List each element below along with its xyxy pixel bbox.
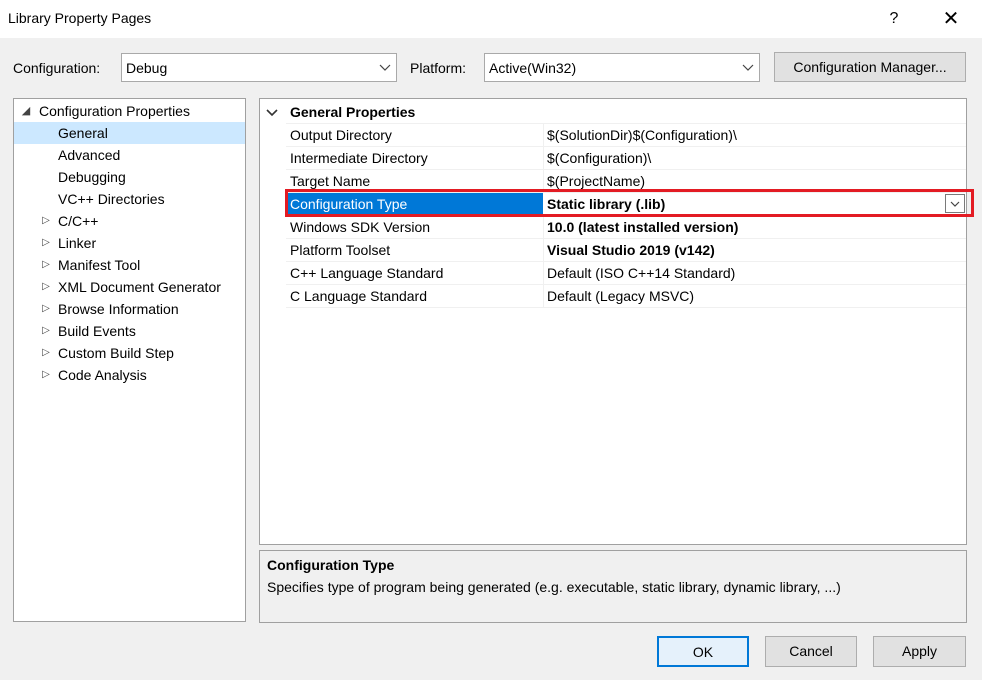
property-row-c-language-standard[interactable]: C Language Standard Default (Legacy MSVC… (286, 285, 966, 308)
chevron-down-icon[interactable] (266, 107, 278, 119)
collapsed-triangle-icon[interactable]: ▷ (40, 210, 52, 232)
tree-item-linker[interactable]: ▷ Linker (14, 232, 245, 254)
chevron-down-icon (742, 64, 754, 71)
property-grid: General Properties Output Directory $(So… (259, 98, 967, 545)
apply-button[interactable]: Apply (873, 636, 966, 667)
tree-item-manifest-tool[interactable]: ▷ Manifest Tool (14, 254, 245, 276)
property-row-platform-toolset[interactable]: Platform Toolset Visual Studio 2019 (v14… (286, 239, 966, 262)
tree-item-general[interactable]: General (14, 122, 245, 144)
tree-item-c-cpp[interactable]: ▷ C/C++ (14, 210, 245, 232)
platform-value: Active(Win32) (489, 60, 577, 76)
tree-root-configuration-properties[interactable]: ◢ Configuration Properties (14, 100, 245, 122)
cancel-button[interactable]: Cancel (765, 636, 857, 667)
title-bar: Library Property Pages ? ✕ (0, 0, 982, 38)
column-divider (543, 124, 544, 147)
ok-button[interactable]: OK (657, 636, 749, 667)
tree-item-code-analysis[interactable]: ▷ Code Analysis (14, 364, 245, 386)
property-row-output-directory[interactable]: Output Directory $(SolutionDir)$(Configu… (286, 124, 966, 147)
column-divider (543, 216, 544, 239)
help-button[interactable]: ? (880, 6, 908, 32)
description-panel: Configuration Type Specifies type of pro… (259, 550, 967, 623)
tree-item-build-events[interactable]: ▷ Build Events (14, 320, 245, 342)
expanded-triangle-icon[interactable]: ◢ (20, 100, 32, 122)
tree-item-vc-directories[interactable]: VC++ Directories (14, 188, 245, 210)
collapsed-triangle-icon[interactable]: ▷ (40, 232, 52, 254)
property-row-cpp-language-standard[interactable]: C++ Language Standard Default (ISO C++14… (286, 262, 966, 285)
configuration-label: Configuration: (13, 60, 101, 76)
configuration-manager-button[interactable]: Configuration Manager... (774, 52, 966, 82)
property-row-intermediate-directory[interactable]: Intermediate Directory $(Configuration)\ (286, 147, 966, 170)
collapsed-triangle-icon[interactable]: ▷ (40, 254, 52, 276)
column-divider (543, 239, 544, 262)
chevron-down-icon (950, 201, 960, 207)
chevron-down-icon (379, 64, 391, 71)
configuration-value: Debug (126, 60, 168, 76)
tree-item-advanced[interactable]: Advanced (14, 144, 245, 166)
tree-item-debugging[interactable]: Debugging (14, 166, 245, 188)
category-row-general-properties[interactable]: General Properties (266, 101, 966, 124)
collapsed-triangle-icon[interactable]: ▷ (40, 298, 52, 320)
property-row-windows-sdk-version[interactable]: Windows SDK Version 10.0 (latest install… (286, 216, 966, 239)
collapsed-triangle-icon[interactable]: ▷ (40, 320, 52, 342)
column-divider (543, 147, 544, 170)
platform-dropdown[interactable]: Active(Win32) (484, 53, 760, 82)
tree-item-xml-document-generator[interactable]: ▷ XML Document Generator (14, 276, 245, 298)
column-divider (543, 285, 544, 308)
configuration-dropdown[interactable]: Debug (121, 53, 397, 82)
tree-item-browse-information[interactable]: ▷ Browse Information (14, 298, 245, 320)
window-title: Library Property Pages (8, 10, 152, 26)
collapsed-triangle-icon[interactable]: ▷ (40, 276, 52, 298)
collapsed-triangle-icon[interactable]: ▷ (40, 342, 52, 364)
description-text: Specifies type of program being generate… (267, 579, 841, 595)
collapsed-triangle-icon[interactable]: ▷ (40, 364, 52, 386)
tree-item-custom-build-step[interactable]: ▷ Custom Build Step (14, 342, 245, 364)
description-title: Configuration Type (267, 557, 395, 573)
close-button[interactable]: ✕ (936, 6, 966, 32)
annotation-highlight-box (285, 189, 974, 217)
column-divider (543, 262, 544, 285)
configuration-type-dropdown-button[interactable] (945, 194, 965, 213)
property-tree: ◢ Configuration Properties General Advan… (13, 98, 246, 622)
platform-label: Platform: (410, 60, 467, 76)
